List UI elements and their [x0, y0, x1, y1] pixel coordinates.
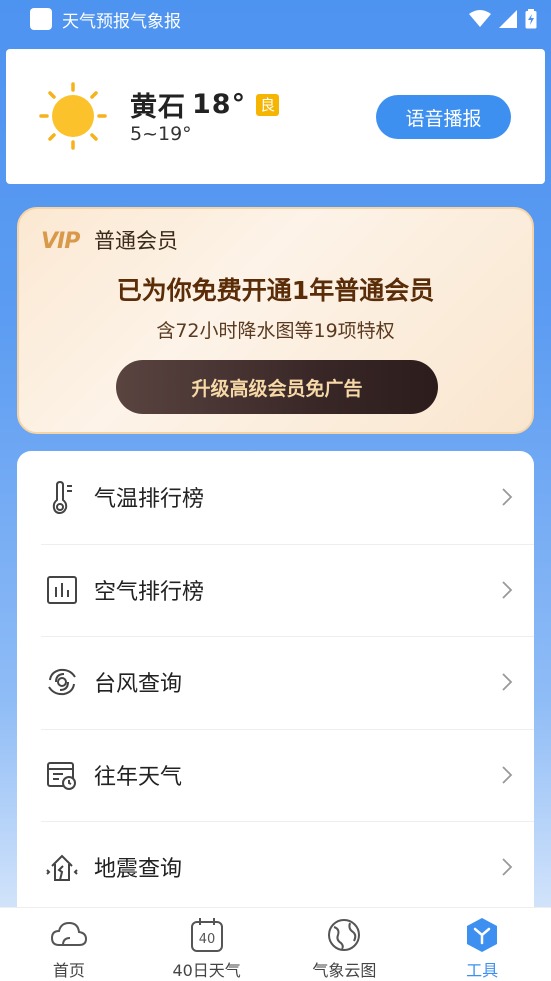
- voice-broadcast-button[interactable]: 语音播报: [376, 95, 511, 139]
- tool-item-past-weather[interactable]: 往年天气: [17, 728, 534, 822]
- signal-icon: [499, 10, 517, 28]
- calendar-clock-icon: [47, 761, 76, 790]
- chevron-right-icon: [502, 673, 513, 691]
- tools-hex-icon: [467, 918, 498, 952]
- wifi-icon: [469, 10, 491, 27]
- battery-icon: [525, 9, 537, 29]
- current-temperature: 18°: [192, 89, 247, 120]
- vip-logo: VIP: [41, 229, 80, 254]
- city-name: 黄石: [130, 92, 186, 123]
- nav-label: 气象云图: [312, 961, 377, 980]
- tool-item-earthquake[interactable]: 地震查询: [17, 821, 534, 914]
- globe-icon: [328, 919, 361, 951]
- chevron-right-icon: [502, 858, 513, 876]
- tool-item-temperature-ranking[interactable]: 气温排行榜: [17, 451, 534, 544]
- tool-label: 往年天气: [94, 764, 183, 790]
- city-line: 黄石 18° 良: [130, 85, 280, 124]
- vip-title: 已为你免费开通1年普通会员: [116, 276, 435, 305]
- chevron-right-icon: [502, 488, 513, 506]
- nav-label: 工具: [466, 961, 499, 980]
- nav-label: 首页: [52, 961, 85, 980]
- thermometer-icon: [52, 481, 72, 515]
- status-bar: 天气预报气象报: [0, 0, 551, 38]
- app-icon: [30, 8, 52, 30]
- tool-label: 台风查询: [94, 672, 183, 698]
- sun-icon: [39, 82, 107, 150]
- tools-list: 气温排行榜 空气排行榜 台风查询 往年天气 地震查询: [17, 451, 534, 921]
- nav-item-home[interactable]: 首页: [0, 908, 138, 981]
- vip-card[interactable]: VIP 普通会员 已为你免费开通1年普通会员 含72小时降水图等19项特权 升级…: [17, 207, 534, 434]
- bar-chart-icon: [47, 575, 77, 604]
- tool-item-air-ranking[interactable]: 空气排行榜: [17, 543, 534, 637]
- bottom-nav: 首页 40 40日天气 气象云图 工具: [0, 907, 551, 981]
- nav-item-cloud-map[interactable]: 气象云图: [276, 908, 414, 981]
- chevron-right-icon: [502, 766, 513, 784]
- chevron-right-icon: [502, 581, 513, 599]
- app-title: 天气预报气象报: [62, 11, 181, 32]
- aqi-badge: 良: [256, 93, 280, 116]
- calendar-badge: 40: [198, 932, 215, 947]
- cloud-icon: [50, 921, 87, 946]
- tool-label: 空气排行榜: [94, 579, 205, 605]
- typhoon-icon: [48, 669, 76, 696]
- nav-item-40-day[interactable]: 40 40日天气: [138, 908, 276, 981]
- nav-item-tools[interactable]: 工具: [413, 908, 551, 981]
- tool-item-typhoon[interactable]: 台风查询: [17, 636, 534, 729]
- calendar-40-icon: 40: [190, 918, 223, 952]
- temperature-range: 5~19°: [130, 123, 192, 145]
- tool-label: 地震查询: [94, 857, 183, 883]
- vip-subtitle: 含72小时降水图等19项特权: [156, 320, 395, 342]
- upgrade-vip-button[interactable]: 升级高级会员免广告: [116, 360, 438, 414]
- status-icons: [469, 9, 537, 29]
- tool-label: 气温排行榜: [94, 487, 205, 513]
- earthquake-house-icon: [46, 854, 78, 882]
- nav-label: 40日天气: [172, 961, 241, 980]
- vip-level: 普通会员: [94, 229, 178, 253]
- weather-card[interactable]: 黄石 18° 良 5~19° 语音播报: [6, 49, 545, 184]
